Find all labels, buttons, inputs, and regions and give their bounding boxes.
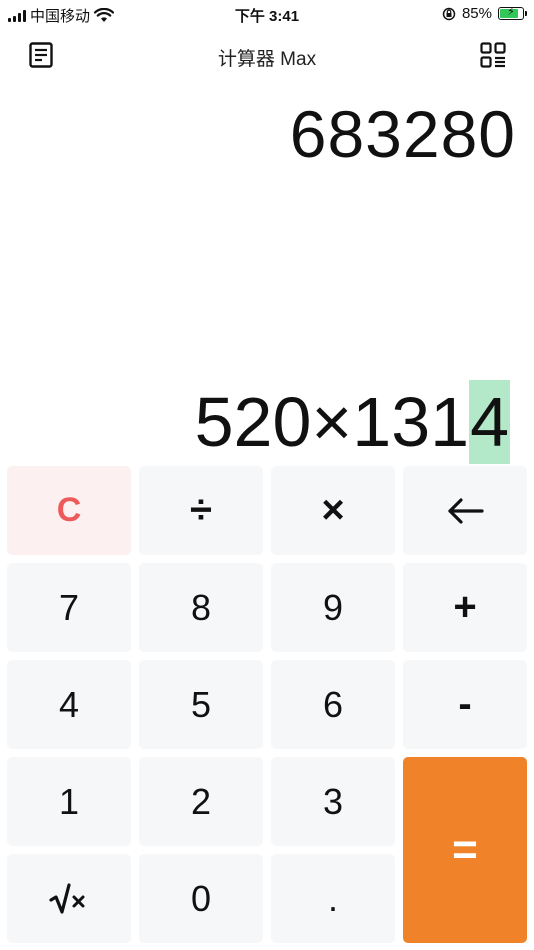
backspace-button[interactable]	[403, 466, 527, 555]
square-root-button[interactable]	[7, 854, 131, 943]
digit-0-button[interactable]: 0	[139, 854, 263, 943]
battery-percent: 85%	[461, 5, 492, 22]
charging-bolt-icon: ⚡	[507, 6, 515, 18]
expression-text: 520×131	[194, 383, 470, 461]
digit-4-button[interactable]: 4	[7, 660, 131, 749]
grid-menu-icon	[480, 42, 506, 68]
expression-cursor-char: 4	[469, 380, 510, 464]
keypad: C ÷ × 7 8 9 + 4 5 6 - 1 2 3 = 0 .	[7, 466, 527, 944]
digit-3-button[interactable]: 3	[271, 757, 395, 846]
square-root-icon	[49, 882, 85, 914]
clear-button[interactable]: C	[7, 466, 131, 555]
battery-charging-icon: ⚡	[498, 6, 527, 20]
digit-6-button[interactable]: 6	[271, 660, 395, 749]
decimal-point-button[interactable]: .	[271, 854, 395, 943]
digit-7-button[interactable]: 7	[7, 563, 131, 652]
digit-9-button[interactable]: 9	[271, 563, 395, 652]
digit-5-button[interactable]: 5	[139, 660, 263, 749]
digit-8-button[interactable]: 8	[139, 563, 263, 652]
grid-menu-button[interactable]	[478, 40, 508, 70]
result-display: 683280	[289, 97, 516, 171]
orientation-lock-icon	[442, 7, 456, 20]
page-title: 计算器 Max	[217, 49, 317, 70]
plus-button[interactable]: +	[403, 563, 527, 652]
backspace-arrow-icon	[448, 497, 484, 524]
nav-bar: 计算器 Max	[0, 30, 534, 80]
equals-button[interactable]: =	[403, 757, 527, 943]
status-bar: 中国移动 下午 3:41 85% ⚡	[0, 0, 534, 28]
digit-2-button[interactable]: 2	[139, 757, 263, 846]
status-right: 85% ⚡	[442, 5, 527, 22]
divide-button[interactable]: ÷	[139, 466, 263, 555]
minus-button[interactable]: -	[403, 660, 527, 749]
expression-display[interactable]: 520×131 4	[195, 380, 510, 464]
multiply-button[interactable]: ×	[271, 466, 395, 555]
digit-1-button[interactable]: 1	[7, 757, 131, 846]
